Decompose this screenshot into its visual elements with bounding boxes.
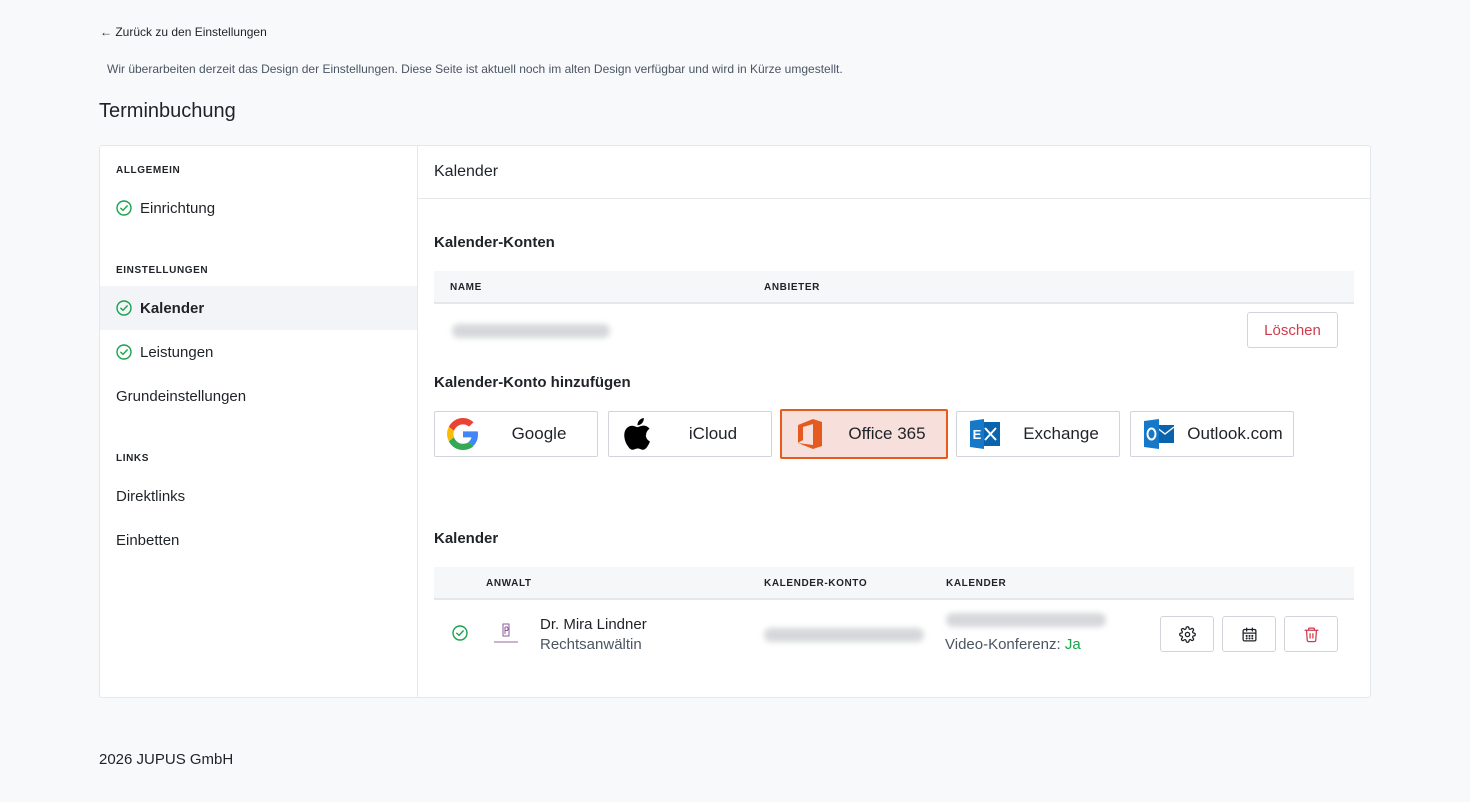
accounts-section-title: Kalender-Konten (434, 234, 555, 251)
calendars-section-title: Kalender (434, 530, 499, 547)
column-header-lawyer: ANWALT (486, 578, 532, 589)
calendar-view-button[interactable] (1222, 616, 1276, 652)
trash-icon (1303, 626, 1319, 642)
column-header-provider: ANBIETER (764, 282, 820, 293)
provider-outlook-button[interactable]: Outlook.com (1130, 411, 1294, 457)
sidebar-heading-links: LINKS (116, 453, 149, 464)
check-circle-icon (116, 344, 132, 360)
calendar-account-redacted (764, 628, 924, 642)
sidebar-item-label: Einbetten (116, 531, 180, 549)
check-circle-icon (116, 300, 132, 316)
gear-icon (1178, 625, 1196, 643)
avatar (490, 619, 522, 651)
provider-office365-button[interactable]: Office 365 (780, 409, 948, 459)
provider-exchange-button[interactable]: E Exchange (956, 411, 1120, 457)
calendar-panel: Kalender Kalender-Konten NAME ANBIETER L… (418, 146, 1370, 697)
sidebar-item-kalender[interactable]: Kalender (100, 286, 417, 330)
sidebar-item-label: Kalender (140, 299, 205, 317)
column-header-calendar-account: KALENDER-KONTO (764, 578, 868, 589)
video-conference-status: Video-Konferenz: Ja (945, 636, 1081, 653)
settings-card: ALLGEMEIN Einrichtung EINSTELLUNGEN Kale… (99, 145, 1371, 698)
sidebar-heading-settings: EINSTELLUNGEN (116, 265, 209, 276)
video-conference-value: Ja (1064, 636, 1081, 653)
redesign-notice: Wir überarbeiten derzeit das Design der … (107, 62, 843, 76)
sidebar-item-grundeinstellungen[interactable]: Grundeinstellungen (100, 374, 417, 418)
page-title: Terminbuchung (99, 100, 236, 122)
sidebar-heading-general: ALLGEMEIN (116, 165, 181, 176)
accounts-table-header: NAME ANBIETER (434, 271, 1354, 304)
check-circle-icon (452, 625, 468, 641)
footer-copyright: 2026 JUPUS GmbH (99, 751, 234, 768)
calendar-name-redacted (946, 613, 1106, 627)
provider-label: Office 365 (848, 424, 926, 443)
calendar-delete-button[interactable] (1284, 616, 1338, 652)
lawyer-role: Rechtsanwältin (540, 636, 642, 653)
provider-label: iCloud (688, 424, 738, 443)
panel-header: Kalender (418, 146, 1370, 199)
sidebar-item-label: Grundeinstellungen (116, 387, 247, 405)
sidebar-item-einrichtung[interactable]: Einrichtung (100, 186, 417, 230)
check-circle-icon (116, 200, 132, 216)
account-email-redacted (452, 324, 610, 338)
calendar-icon (1241, 626, 1257, 642)
back-to-settings-link[interactable]: ← Zurück zu den Einstellungen (100, 25, 267, 39)
table-row: Dr. Mira Lindner Rechtsanwältin Video-Ko… (434, 601, 1354, 667)
calendar-settings-button[interactable] (1160, 616, 1214, 652)
calendars-table-header: ANWALT KALENDER-KONTO KALENDER (434, 567, 1354, 600)
sidebar-item-label: Einrichtung (140, 199, 216, 217)
column-header-calendar: KALENDER (946, 578, 1007, 589)
provider-label: Exchange (1023, 424, 1099, 443)
add-account-section-title: Kalender-Konto hinzufügen (434, 374, 631, 391)
lawyer-name: Dr. Mira Lindner (540, 616, 647, 633)
sidebar-item-einbetten[interactable]: Einbetten (100, 518, 417, 562)
column-header-name: NAME (450, 282, 482, 293)
sidebar-item-leistungen[interactable]: Leistungen (100, 330, 417, 374)
sidebar-item-label: Leistungen (140, 343, 214, 361)
provider-google-button[interactable]: Google (434, 411, 598, 457)
delete-account-button[interactable]: Löschen (1247, 312, 1338, 348)
sidebar: ALLGEMEIN Einrichtung EINSTELLUNGEN Kale… (100, 146, 418, 697)
sidebar-item-label: Direktlinks (116, 487, 186, 505)
sidebar-item-direktlinks[interactable]: Direktlinks (100, 474, 417, 518)
provider-label: Google (511, 424, 567, 443)
provider-label: Outlook.com (1187, 424, 1283, 443)
provider-icloud-button[interactable]: iCloud (608, 411, 772, 457)
